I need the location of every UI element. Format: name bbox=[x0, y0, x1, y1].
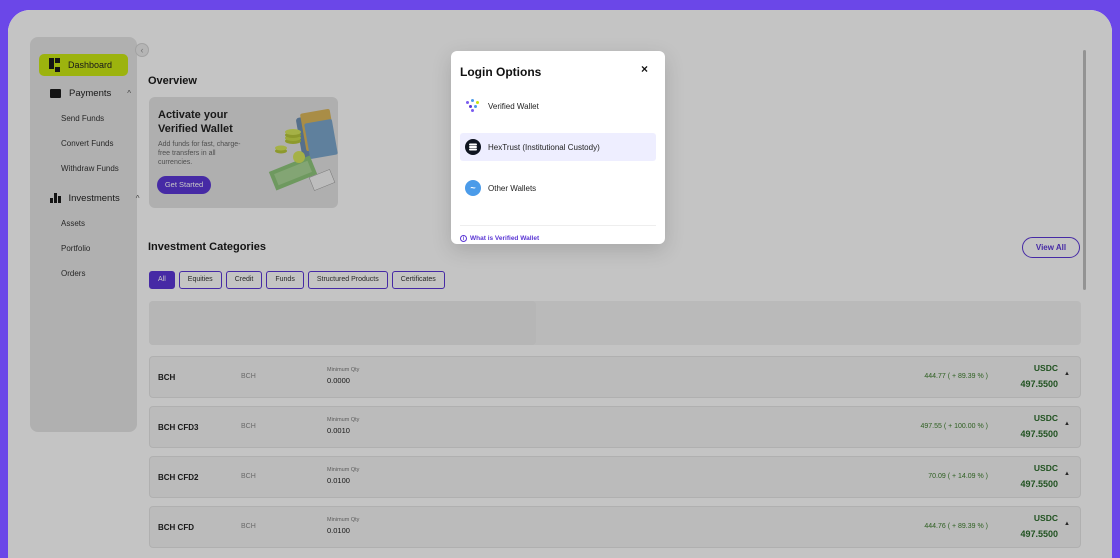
what-is-verified-wallet-link[interactable]: i What is Verified Wallet bbox=[460, 235, 539, 242]
modal-title: Login Options bbox=[460, 65, 542, 79]
option-hextrust[interactable]: HexTrust (Institutional Custody) bbox=[460, 133, 656, 161]
option-label: HexTrust (Institutional Custody) bbox=[488, 142, 600, 152]
app-frame: Dashboard Payments ^ Send Funds Convert … bbox=[8, 10, 1112, 558]
option-verified-wallet[interactable]: Verified Wallet bbox=[460, 92, 656, 120]
option-other-wallets[interactable]: ~ Other Wallets bbox=[460, 174, 656, 202]
verified-wallet-icon bbox=[465, 98, 481, 114]
help-label: What is Verified Wallet bbox=[470, 235, 540, 242]
close-button[interactable]: × bbox=[641, 62, 648, 76]
info-icon: i bbox=[460, 235, 467, 242]
wallet-connect-icon: ~ bbox=[465, 180, 481, 196]
option-label: Verified Wallet bbox=[488, 101, 539, 111]
login-options-modal: Login Options × Verified Wallet HexTrust… bbox=[451, 51, 665, 244]
option-label: Other Wallets bbox=[488, 183, 537, 193]
modal-divider bbox=[460, 225, 656, 226]
hextrust-icon bbox=[465, 139, 481, 155]
